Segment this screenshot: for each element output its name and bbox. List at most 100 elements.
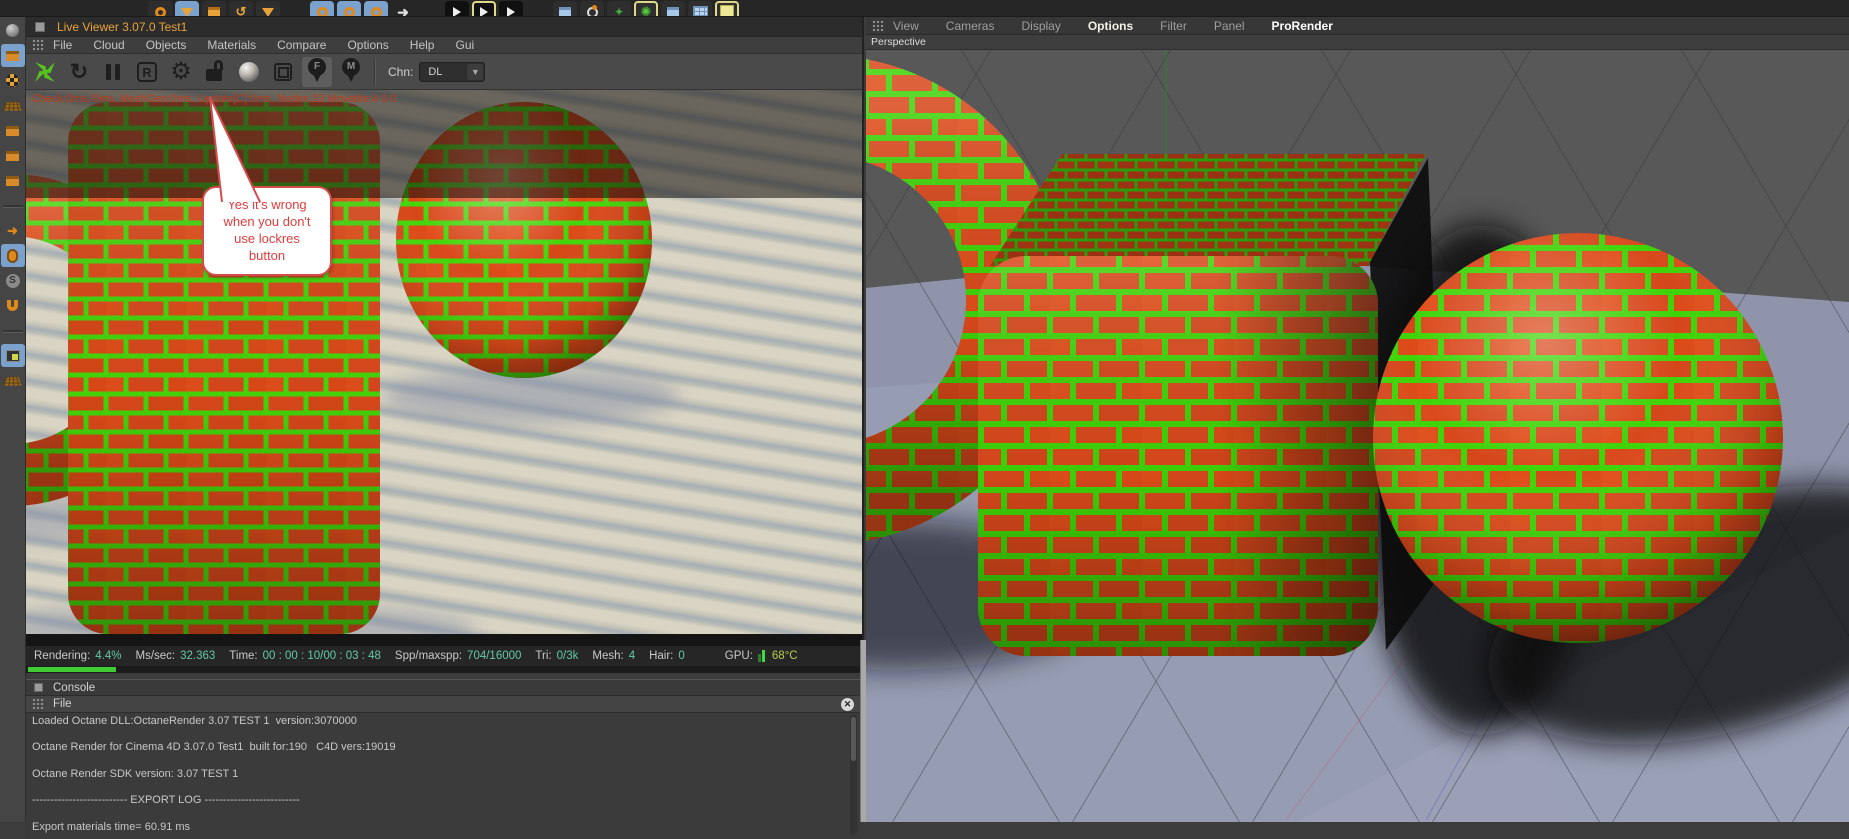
- sphere-object[interactable]: [1373, 233, 1783, 643]
- grid-lock-icon[interactable]: [0, 344, 25, 367]
- render-progress-bar: [26, 666, 862, 673]
- soft-selection-icon[interactable]: S: [1, 269, 25, 292]
- points-mode-icon[interactable]: [1, 119, 25, 142]
- octane-star-icon[interactable]: ✺: [634, 1, 658, 16]
- toolbar-separator: [374, 58, 376, 85]
- panel-splitter-top[interactable]: [862, 17, 864, 640]
- menu-objects[interactable]: Objects: [146, 38, 187, 52]
- status-value: 704/16000: [467, 650, 522, 662]
- rail-divider: [1, 194, 25, 217]
- octane-logo-icon[interactable]: [30, 57, 60, 87]
- axis-circle-icon-1[interactable]: [310, 1, 334, 16]
- snap-magnet-icon[interactable]: [1, 294, 25, 317]
- grip-dots-icon[interactable]: [32, 698, 45, 710]
- live-viewer-title: Live Viewer 3.07.0 Test1: [57, 19, 188, 34]
- console-line: -------------------------- EXPORT LOG --…: [32, 794, 300, 807]
- vp-menu-cameras[interactable]: Cameras: [946, 19, 995, 33]
- material-ball-icon[interactable]: [234, 57, 264, 87]
- console-header[interactable]: Console: [26, 679, 862, 696]
- vp-menu-view[interactable]: View: [893, 19, 919, 33]
- grid-rotate-icon[interactable]: [1, 369, 25, 392]
- toolbar-gap: [418, 1, 442, 16]
- play-icon-3[interactable]: [499, 1, 523, 16]
- grip-dots-icon[interactable]: [872, 19, 885, 32]
- axis-arrow-icon[interactable]: ➜: [1, 219, 25, 242]
- menu-file[interactable]: File: [53, 38, 72, 52]
- edges-mode-icon[interactable]: [1, 169, 25, 192]
- workplane-mode-icon[interactable]: [1, 94, 25, 117]
- scrollbar-thumb[interactable]: [851, 717, 856, 761]
- status-label: Time:: [229, 650, 258, 662]
- menu-materials[interactable]: Materials: [207, 38, 256, 52]
- render-cube-icon[interactable]: [553, 1, 577, 16]
- vp-menu-display[interactable]: Display: [1021, 19, 1060, 33]
- vp-menu-panel[interactable]: Panel: [1214, 19, 1245, 33]
- console-title: Console: [53, 681, 96, 694]
- render-stats-overlay: Check:0ms./0ms. MeshGen:0ms. Update[C]:0…: [32, 93, 397, 105]
- grip-dots-icon[interactable]: [32, 39, 45, 51]
- menu-gui[interactable]: Gui: [455, 38, 474, 52]
- console-scrollbar[interactable]: [850, 715, 857, 835]
- window-icon: [35, 21, 45, 32]
- vp-menu-filter[interactable]: Filter: [1160, 19, 1187, 33]
- globe-icon[interactable]: [1, 19, 25, 42]
- pause-render-icon[interactable]: [98, 57, 128, 87]
- play-icon-1[interactable]: [445, 1, 469, 16]
- axis-circle-icon-2[interactable]: [337, 1, 361, 16]
- material-picker-icon[interactable]: M: [336, 57, 366, 87]
- orange-ring-icon[interactable]: [148, 1, 172, 16]
- lock-resolution-icon[interactable]: [200, 57, 230, 87]
- blue-cube-icon[interactable]: [661, 1, 685, 16]
- texture-mode-icon[interactable]: [1, 69, 25, 92]
- menu-cloud[interactable]: Cloud: [93, 38, 124, 52]
- workflow-arrow-icon[interactable]: ➜: [391, 1, 415, 17]
- viewport-view-label: Perspective: [871, 36, 926, 48]
- viewport-nav-mouse-icon[interactable]: [0, 244, 25, 267]
- reset-region-icon[interactable]: R: [132, 57, 162, 87]
- status-label: Mesh:: [592, 650, 624, 662]
- polygons-mode-icon[interactable]: [1, 144, 25, 167]
- orange-cube-icon[interactable]: [202, 1, 226, 16]
- channel-dropdown[interactable]: DL ▼: [419, 61, 486, 82]
- vp-menu-prorender[interactable]: ProRender: [1272, 19, 1333, 33]
- viewport-panel[interactable]: View Cameras Display Options Filter Pane…: [866, 17, 1849, 822]
- play-icon-2[interactable]: [472, 1, 496, 16]
- channel-label: Chn:: [388, 64, 414, 79]
- drop-arrow-icon[interactable]: [256, 1, 280, 16]
- toolbar-gap: [283, 1, 307, 16]
- main-toolbar: ↺ ➜ ✦ ✺: [0, 0, 1849, 17]
- viewport-label-bar: Perspective: [866, 35, 1849, 50]
- menu-compare[interactable]: Compare: [277, 38, 326, 52]
- render-view[interactable]: Check:0ms./0ms. MeshGen:0ms. Update[C]:0…: [26, 90, 862, 634]
- region-render-icon[interactable]: [268, 57, 298, 87]
- viewport-canvas[interactable]: [866, 50, 1849, 822]
- axis-circle-icon-3[interactable]: [364, 1, 388, 16]
- status-label: Hair:: [649, 650, 674, 662]
- green-deformer-icon[interactable]: ✦: [607, 1, 631, 16]
- model-mode-icon[interactable]: [0, 44, 25, 67]
- console-log[interactable]: Loaded Octane DLL:OctaneRender 3.07 TEST…: [26, 713, 862, 839]
- vp-menu-options[interactable]: Options: [1088, 19, 1133, 33]
- undo-icon[interactable]: ↺: [229, 1, 253, 16]
- annotation-bubble: Yes it's wrong when you don't use lockre…: [202, 186, 332, 276]
- restart-render-icon[interactable]: ↻: [64, 57, 94, 87]
- menu-options[interactable]: Options: [347, 38, 388, 52]
- status-label: Spp/maxspp:: [394, 650, 463, 662]
- live-viewer-toolbar: ↻ R ⚙ F M Chn: DL ▼: [26, 54, 862, 90]
- window-icon: [34, 683, 43, 692]
- console-menu-file[interactable]: File: [53, 698, 72, 710]
- close-icon[interactable]: ✕: [841, 697, 854, 711]
- render-region-icon[interactable]: [580, 1, 604, 16]
- focus-picker-icon[interactable]: F: [302, 56, 332, 87]
- rail-divider: [1, 319, 25, 342]
- move-tool-icon[interactable]: [175, 1, 199, 16]
- grid-panel-icon[interactable]: [688, 1, 712, 16]
- settings-gear-icon[interactable]: ⚙: [166, 57, 196, 87]
- menu-help[interactable]: Help: [410, 38, 435, 52]
- live-viewer-title-bar[interactable]: Live Viewer 3.07.0 Test1: [26, 17, 862, 37]
- material-doc-icon[interactable]: [715, 1, 739, 16]
- progress-fill: [28, 667, 116, 672]
- cube-object[interactable]: [978, 154, 1444, 656]
- viewport-menu-bar: View Cameras Display Options Filter Pane…: [866, 17, 1849, 35]
- chevron-down-icon: ▼: [467, 63, 484, 80]
